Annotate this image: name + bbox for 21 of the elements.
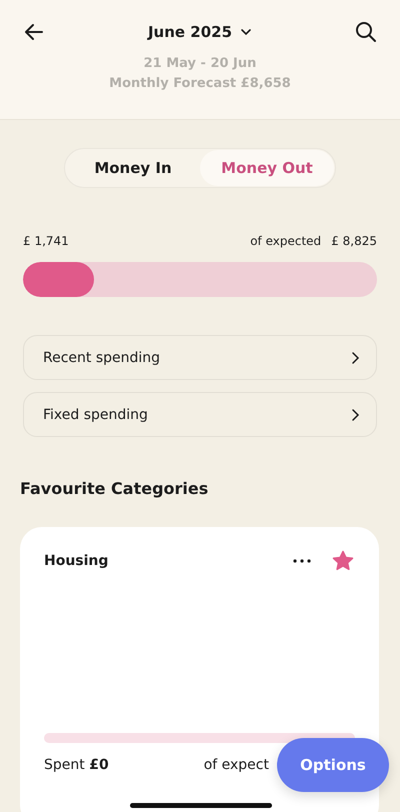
spent-text: Spent £0 <box>44 757 109 773</box>
expected-text: of expect <box>204 757 269 773</box>
list-item[interactable]: Recent spending <box>23 335 377 380</box>
spent-amount: £ 1,741 <box>23 234 69 248</box>
toggle-tab[interactable]: Money In <box>66 150 200 186</box>
month-selector[interactable]: June 2025 <box>148 23 252 41</box>
list-item[interactable]: Fixed spending <box>23 392 377 437</box>
date-range: 21 May - 20 Jun <box>142 55 258 73</box>
category-name: Housing <box>44 553 110 569</box>
monthly-forecast: Monthly Forecast £8,658 <box>108 75 292 93</box>
star-icon[interactable] <box>331 549 355 573</box>
section-heading: Favourite Categories <box>20 479 210 498</box>
expected-amount: £ 8,825 <box>331 234 377 248</box>
more-icon[interactable] <box>293 559 311 563</box>
toggle-tab[interactable]: Money Out <box>200 150 334 186</box>
expected-label: of expected <box>250 234 322 248</box>
search-icon[interactable] <box>354 20 378 44</box>
options-button[interactable]: Options <box>277 738 389 792</box>
chevron-down-icon <box>240 26 252 38</box>
chevron-right-icon <box>350 408 360 422</box>
chevron-right-icon <box>350 350 360 364</box>
